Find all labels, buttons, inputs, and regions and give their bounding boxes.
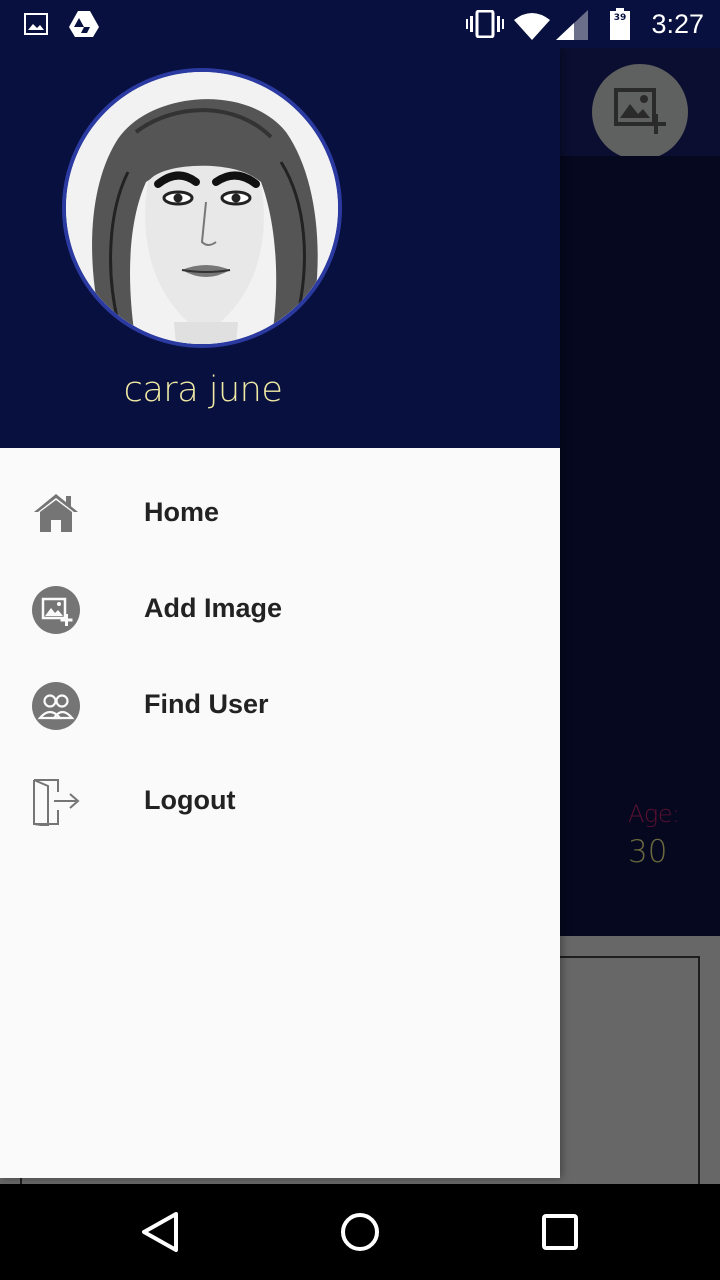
menu-label-home: Home [144,497,220,527]
recents-icon[interactable] [536,1208,584,1256]
menu-item-home[interactable]: Home [0,466,560,562]
age-value: 30 [628,834,668,870]
user-name: cara june [123,370,283,410]
menu-item-find-user[interactable]: Find User [0,658,560,754]
menu-label-logout: Logout [144,785,236,815]
status-bar: 39 3:27 [0,0,720,48]
drive-icon [68,10,100,43]
drawer-menu: Home Add Image Find User Logout [0,466,560,850]
wifi-icon [514,12,550,45]
menu-label-add-image: Add Image [144,593,283,623]
vibrate-icon [466,9,504,43]
avatar[interactable] [62,68,342,348]
home-nav-icon[interactable] [336,1208,384,1256]
system-nav-bar [0,1184,720,1280]
image-icon [24,12,48,41]
logout-icon [32,778,80,828]
find-user-icon [32,682,80,730]
clock: 3:27 [651,9,704,39]
battery-icon: 39 [610,8,630,45]
navigation-drawer: cara june Home Add Image Find User Logou… [0,48,560,1178]
back-icon[interactable] [136,1208,184,1256]
age-label: Age: [628,800,680,828]
menu-label-find-user: Find User [144,689,269,719]
signal-icon [556,10,588,45]
home-icon [32,490,80,538]
add-photo-icon [614,88,666,134]
drawer-header: cara june [0,48,560,448]
portrait-sketch [66,72,338,344]
add-image-fab[interactable] [592,64,688,160]
menu-item-add-image[interactable]: Add Image [0,562,560,658]
menu-item-logout[interactable]: Logout [0,754,560,850]
add-image-icon [32,586,80,634]
